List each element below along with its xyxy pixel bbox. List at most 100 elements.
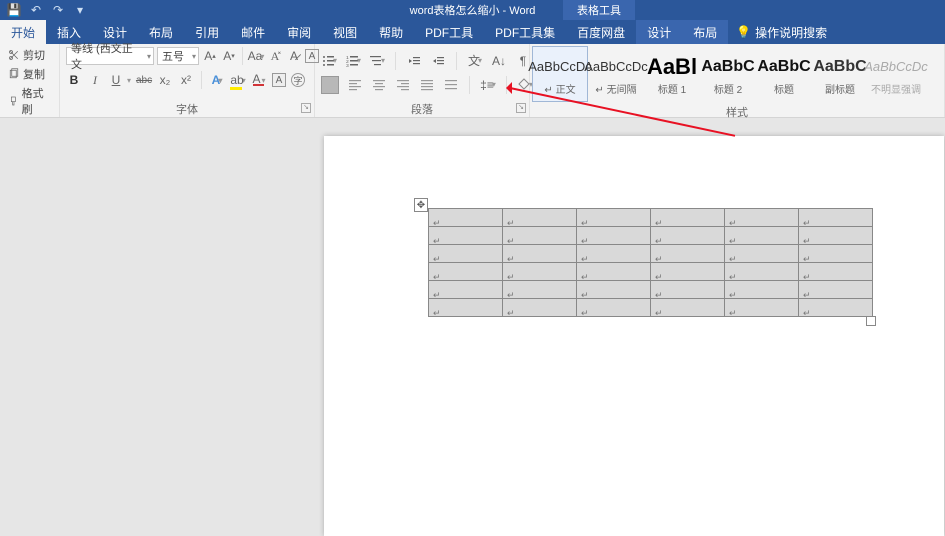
format-painter-button[interactable]: 格式刷	[6, 85, 53, 117]
tab-ctx-design[interactable]: 设计	[636, 20, 682, 44]
decrease-indent-icon[interactable]	[406, 53, 422, 69]
font-color-icon[interactable]: A▾	[251, 72, 267, 88]
style-heading2[interactable]: AaBbC 标题 2	[700, 46, 756, 102]
tab-layout[interactable]: 布局	[138, 20, 184, 44]
table-resize-handle-icon[interactable]	[866, 316, 876, 326]
copy-icon	[8, 68, 20, 80]
style-name: 不明显强调	[871, 81, 921, 96]
table-row[interactable]	[429, 245, 873, 263]
line-spacing-icon[interactable]: ‡≡▾	[480, 77, 496, 93]
style-name: 副标题	[825, 81, 855, 96]
shading-fill-icon[interactable]	[321, 76, 339, 94]
separator	[469, 76, 470, 94]
style-sample: AaBbC	[701, 53, 754, 81]
ribbon-tabs: 开始 插入 设计 布局 引用 邮件 审阅 视图 帮助 PDF工具 PDF工具集 …	[0, 20, 945, 44]
tab-baidu[interactable]: 百度网盘	[566, 20, 636, 44]
ribbon: 剪切 复制 格式刷 贴板 ↘ 等线 (西文正文 五号 A▴	[0, 44, 945, 118]
tab-pdf-toolset[interactable]: PDF工具集	[484, 20, 566, 44]
text-effects-icon[interactable]: A▾	[209, 72, 225, 88]
grow-font-icon[interactable]: A▴	[202, 48, 218, 64]
style-subtle-emphasis[interactable]: AaBbCcDc 不明显强调	[868, 46, 924, 102]
document-area	[0, 118, 945, 535]
tab-references[interactable]: 引用	[184, 20, 230, 44]
style-name: 标题 2	[714, 81, 742, 96]
quick-access-toolbar: 💾 ↶ ↷ ▾	[0, 2, 88, 18]
style-subtitle[interactable]: AaBbC 副标题	[812, 46, 868, 102]
copy-label: 复制	[23, 66, 45, 82]
font-name-combo[interactable]: 等线 (西文正文	[66, 47, 154, 65]
lightbulb-icon: 💡	[736, 25, 751, 39]
table-row[interactable]	[429, 281, 873, 299]
save-icon[interactable]: 💾	[6, 2, 22, 18]
cut-button[interactable]: 剪切	[6, 47, 53, 63]
style-heading1[interactable]: AaBl 标题 1	[644, 46, 700, 102]
cut-label: 剪切	[23, 47, 45, 63]
align-center-icon[interactable]	[371, 77, 387, 93]
style-sample: AaBbCcDc	[528, 53, 592, 81]
subscript-button[interactable]: x₂	[157, 72, 173, 88]
style-sample: AaBbC	[757, 53, 810, 81]
numbering-icon[interactable]: 123▾	[345, 53, 361, 69]
table-row[interactable]	[429, 299, 873, 317]
font-launcher-icon[interactable]: ↘	[301, 103, 311, 113]
align-justify-icon[interactable]	[419, 77, 435, 93]
style-sample: AaBbCcDc	[864, 53, 928, 81]
group-paragraph: ▾ 123▾ ▾ 文▾ A↓ ¶	[315, 44, 530, 117]
context-tab-label: 表格工具	[563, 0, 635, 20]
svg-text:3: 3	[346, 62, 349, 67]
tab-ctx-layout[interactable]: 布局	[682, 20, 728, 44]
page[interactable]	[324, 136, 944, 536]
font-group-label: 字体 ↘	[60, 101, 314, 117]
bold-button[interactable]: B	[66, 72, 82, 88]
separator	[395, 52, 396, 70]
align-right-icon[interactable]	[395, 77, 411, 93]
tell-me-search[interactable]: 💡 操作说明搜索	[736, 24, 827, 41]
increase-indent-icon[interactable]	[430, 53, 446, 69]
undo-icon[interactable]: ↶	[28, 2, 44, 18]
scissors-icon	[8, 49, 20, 61]
tab-home[interactable]: 开始	[0, 20, 46, 44]
align-distribute-icon[interactable]	[443, 77, 459, 93]
table-move-handle-icon[interactable]: ✥	[414, 198, 428, 212]
qat-more-icon[interactable]: ▾	[72, 2, 88, 18]
style-title[interactable]: AaBbC 标题	[756, 46, 812, 102]
font-size-combo[interactable]: 五号	[157, 47, 199, 65]
superscript-button[interactable]: x²	[178, 72, 194, 88]
tab-mailings[interactable]: 邮件	[230, 20, 276, 44]
table-row[interactable]	[429, 209, 873, 227]
paragraph-launcher-icon[interactable]: ↘	[516, 103, 526, 113]
sort-icon[interactable]: A↓	[491, 53, 507, 69]
style-name: 标题	[774, 81, 794, 96]
shrink-font-icon[interactable]: A▾	[221, 48, 237, 64]
style-no-spacing[interactable]: AaBbCcDc ↵ 无间隔	[588, 46, 644, 102]
multilevel-icon[interactable]: ▾	[369, 53, 385, 69]
tab-help[interactable]: 帮助	[368, 20, 414, 44]
enclose-char-icon[interactable]: 字	[291, 73, 305, 87]
strike-button[interactable]: abc	[136, 72, 152, 88]
table-row[interactable]	[429, 263, 873, 281]
highlight-icon[interactable]: ab▾	[230, 72, 246, 88]
separator	[201, 71, 202, 89]
underline-button[interactable]: U	[108, 72, 124, 88]
change-case-icon[interactable]: Aa▾	[248, 48, 264, 64]
tab-pdf-tool[interactable]: PDF工具	[414, 20, 484, 44]
phonetic-icon[interactable]: A̽	[267, 48, 283, 64]
bullets-icon[interactable]: ▾	[321, 53, 337, 69]
italic-button[interactable]: I	[87, 72, 103, 88]
title-bar: 💾 ↶ ↷ ▾ word表格怎么缩小 - Word 表格工具	[0, 0, 945, 20]
table-row[interactable]	[429, 227, 873, 245]
style-sample: AaBl	[647, 53, 697, 81]
style-sample: AaBbC	[813, 53, 866, 81]
asian-layout-icon[interactable]: 文▾	[467, 53, 483, 69]
window-title: word表格怎么缩小 - Word	[410, 2, 536, 18]
document-table[interactable]	[428, 208, 873, 317]
align-left-icon[interactable]	[347, 77, 363, 93]
separator	[242, 47, 243, 65]
underline-dd-icon[interactable]: ▾	[127, 76, 131, 85]
copy-button[interactable]: 复制	[6, 66, 53, 82]
tab-view[interactable]: 视图	[322, 20, 368, 44]
tab-review[interactable]: 审阅	[276, 20, 322, 44]
clear-format-icon[interactable]: A̷	[286, 48, 302, 64]
redo-icon[interactable]: ↷	[50, 2, 66, 18]
char-shading-icon[interactable]: A	[272, 73, 286, 87]
